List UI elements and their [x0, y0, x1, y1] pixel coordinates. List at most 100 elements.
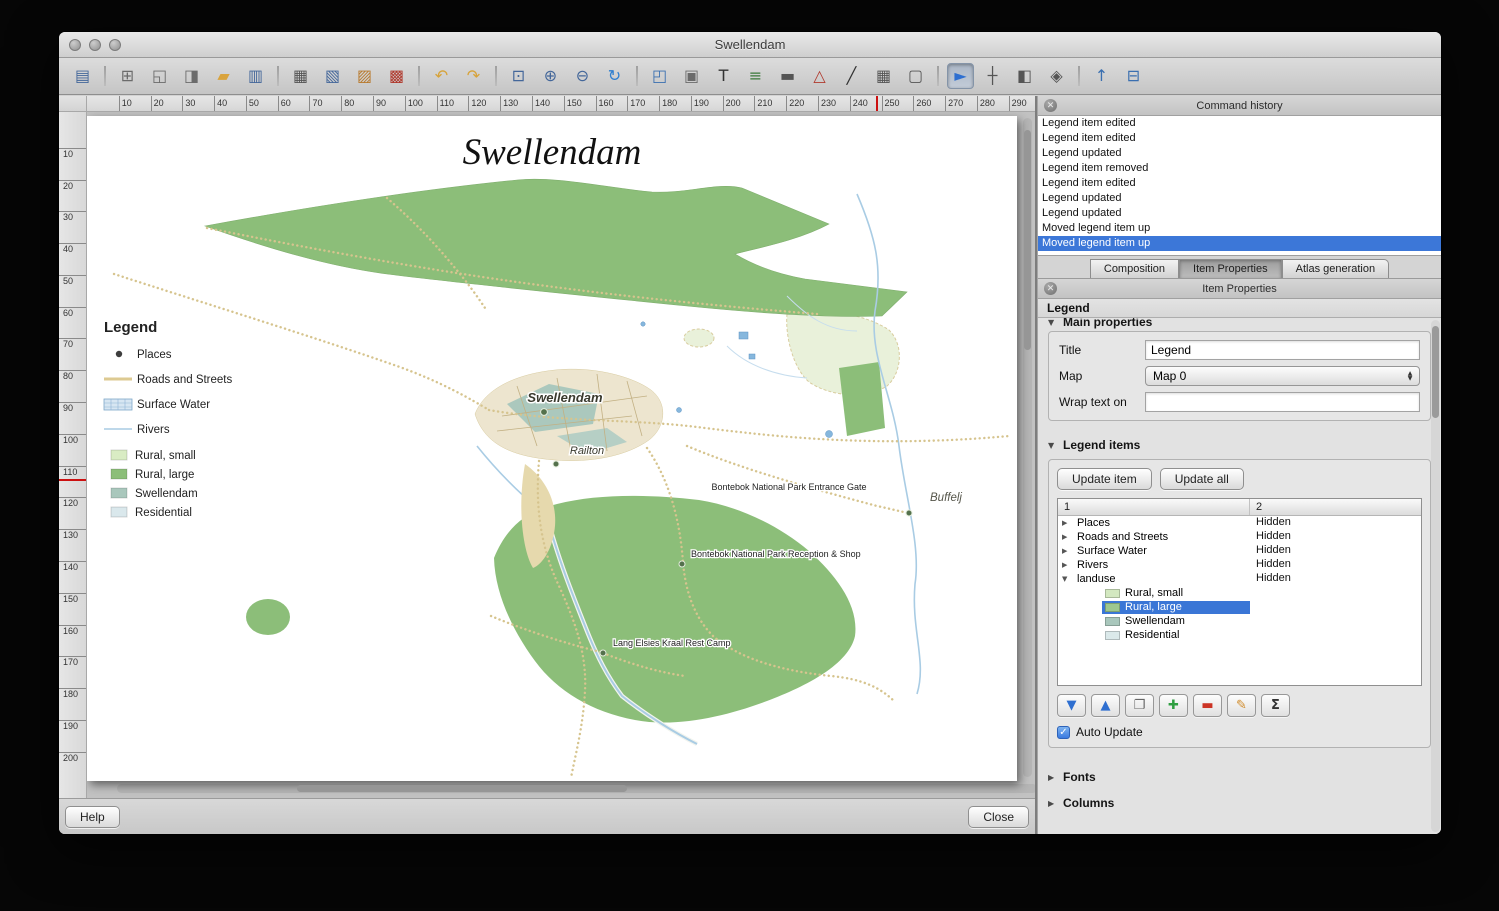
load-from-template-button[interactable]: ▰: [210, 63, 237, 89]
zoom-out-button[interactable]: ⊖: [569, 63, 596, 89]
collapsed-section-label: Fonts: [1063, 770, 1096, 784]
duplicate-composer-button[interactable]: ◱: [146, 63, 173, 89]
add-arrow-button[interactable]: ╱: [838, 63, 865, 89]
new-composer-button[interactable]: ⊞: [114, 63, 141, 89]
add-shape-button[interactable]: △: [806, 63, 833, 89]
composition-page[interactable]: Swellendam Swellendam Railton Bontebok N…: [87, 116, 1017, 781]
h-ruler-label: 200: [722, 96, 755, 111]
wrap-text-input[interactable]: [1145, 392, 1420, 412]
tree-row-surface-water[interactable]: Surface Water Hidden: [1058, 544, 1421, 558]
move-item-content-button[interactable]: ┼: [979, 63, 1006, 89]
move-item-up-button[interactable]: ▲: [1091, 694, 1120, 717]
layer-swatch: [1105, 630, 1120, 640]
toolbar-separator: [104, 66, 106, 86]
section-columns[interactable]: Columns: [1048, 790, 1431, 816]
v-ruler-label: 200: [59, 751, 86, 784]
properties-scrollbar[interactable]: [1431, 320, 1440, 832]
tree-row-rural-large[interactable]: Rural, large: [1058, 600, 1421, 614]
close-panel-icon[interactable]: ✕: [1044, 99, 1057, 112]
tree-expand-icon[interactable]: [1062, 517, 1074, 530]
tree-row-residential[interactable]: Residential: [1058, 628, 1421, 642]
undo-button[interactable]: ↶: [428, 63, 455, 89]
add-label-button[interactable]: T: [710, 63, 737, 89]
composer-manager-button[interactable]: ◨: [178, 63, 205, 89]
export-image-button[interactable]: ▧: [319, 63, 346, 89]
help-button[interactable]: Help: [65, 805, 120, 828]
legend-items-section-header[interactable]: ▼ Legend items: [1048, 435, 1431, 455]
main-properties-section-header[interactable]: ▼ Main properties: [1048, 318, 1431, 329]
tool-icon: Σ: [1271, 698, 1280, 713]
close-panel-icon[interactable]: ✕: [1044, 282, 1057, 295]
command-history-item[interactable]: Legend item edited: [1038, 176, 1441, 191]
count-features-button[interactable]: Σ: [1261, 694, 1290, 717]
command-history-item[interactable]: Legend updated: [1038, 191, 1441, 206]
move-item-down-button[interactable]: ▼: [1057, 694, 1086, 717]
update-item-button[interactable]: Update item: [1057, 468, 1152, 490]
disclosure-right-icon: [1048, 773, 1058, 782]
tree-row-landuse[interactable]: landuse Hidden: [1058, 572, 1421, 586]
main-properties-label: Main properties: [1063, 318, 1153, 329]
close-button[interactable]: Close: [968, 805, 1029, 828]
tab-atlas-generation[interactable]: Atlas generation: [1281, 259, 1390, 278]
canvas-vertical-scrollbar[interactable]: [1023, 118, 1032, 777]
command-history-item[interactable]: Moved legend item up: [1038, 236, 1441, 251]
tree-row-swellendam[interactable]: Swellendam: [1058, 614, 1421, 628]
auto-update-checkbox[interactable]: ✓: [1057, 725, 1070, 739]
select-move-item-button[interactable]: ►: [947, 63, 974, 89]
command-history-item[interactable]: Legend item edited: [1038, 131, 1441, 146]
legend-items-label: Legend items: [1063, 438, 1141, 452]
add-map-button[interactable]: ◰: [646, 63, 673, 89]
section-fonts[interactable]: Fonts: [1048, 764, 1431, 790]
edit-item-button[interactable]: ✎: [1227, 694, 1256, 717]
lock-items-button[interactable]: ◈: [1043, 63, 1070, 89]
command-history-item[interactable]: Legend item edited: [1038, 116, 1441, 131]
add-image-button[interactable]: ▣: [678, 63, 705, 89]
tree-row-roads-and-streets[interactable]: Roads and Streets Hidden: [1058, 530, 1421, 544]
map-item[interactable]: Swellendam Swellendam Railton Bontebok N…: [87, 116, 1017, 781]
add-scalebar-button[interactable]: ▬: [774, 63, 801, 89]
align-items-button[interactable]: ⊟: [1120, 63, 1147, 89]
save-project-button[interactable]: ▤: [69, 63, 96, 89]
save-as-template-button[interactable]: ▥: [242, 63, 269, 89]
main-properties-groupbox: Title Map Map 0 ▲▼ Wrap text on: [1048, 331, 1431, 421]
print-button[interactable]: ▦: [287, 63, 314, 89]
tree-row-label: Places: [1077, 516, 1111, 529]
remove-item-button[interactable]: ▬: [1193, 694, 1222, 717]
raise-items-button[interactable]: ↑: [1088, 63, 1115, 89]
tree-row-rural-small[interactable]: Rural, small: [1058, 586, 1421, 600]
tree-row-rivers[interactable]: Rivers Hidden: [1058, 558, 1421, 572]
refresh-view-button[interactable]: ↻: [601, 63, 628, 89]
tree-expand-icon[interactable]: [1062, 573, 1074, 586]
h-ruler-label: 80: [341, 96, 373, 111]
canvas-horizontal-scrollbar[interactable]: [117, 784, 1035, 793]
add-html-frame-button[interactable]: ▢: [902, 63, 929, 89]
composition-canvas[interactable]: Swellendam Swellendam Railton Bontebok N…: [87, 112, 1035, 798]
add-legend-button[interactable]: ≡: [742, 63, 769, 89]
redo-button[interactable]: ↷: [460, 63, 487, 89]
legend-item[interactable]: Legend Places Roads and Streets Surface …: [103, 319, 233, 519]
group-items-button[interactable]: ◧: [1011, 63, 1038, 89]
command-history-item[interactable]: Legend updated: [1038, 206, 1441, 221]
zoom-in-button[interactable]: ⊕: [537, 63, 564, 89]
add-attribute-table-button[interactable]: ▦: [870, 63, 897, 89]
command-history-item[interactable]: Legend item removed: [1038, 161, 1441, 176]
command-history-item[interactable]: Legend updated: [1038, 146, 1441, 161]
paste-item-button[interactable]: ❐: [1125, 694, 1154, 717]
zoom-full-button[interactable]: ⊡: [505, 63, 532, 89]
tree-row-places[interactable]: Places Hidden: [1058, 516, 1421, 530]
tree-expand-icon[interactable]: [1062, 559, 1074, 572]
command-history-item[interactable]: Moved legend item up: [1038, 221, 1441, 236]
tab-item-properties[interactable]: Item Properties: [1179, 259, 1282, 278]
h-ruler-label: 50: [245, 96, 278, 111]
legend-title-input[interactable]: [1145, 340, 1420, 360]
v-ruler-label: 20: [59, 179, 86, 212]
h-ruler-label: 270: [945, 96, 977, 111]
tab-composition[interactable]: Composition: [1089, 259, 1180, 278]
export-pdf-button[interactable]: ▩: [383, 63, 410, 89]
update-all-button[interactable]: Update all: [1159, 468, 1244, 490]
tree-expand-icon[interactable]: [1062, 545, 1074, 558]
map-select-dropdown[interactable]: Map 0 ▲ ▼: [1145, 366, 1420, 386]
tree-expand-icon[interactable]: [1062, 531, 1074, 544]
add-item-button[interactable]: ✚: [1159, 694, 1188, 717]
export-svg-button[interactable]: ▨: [351, 63, 378, 89]
